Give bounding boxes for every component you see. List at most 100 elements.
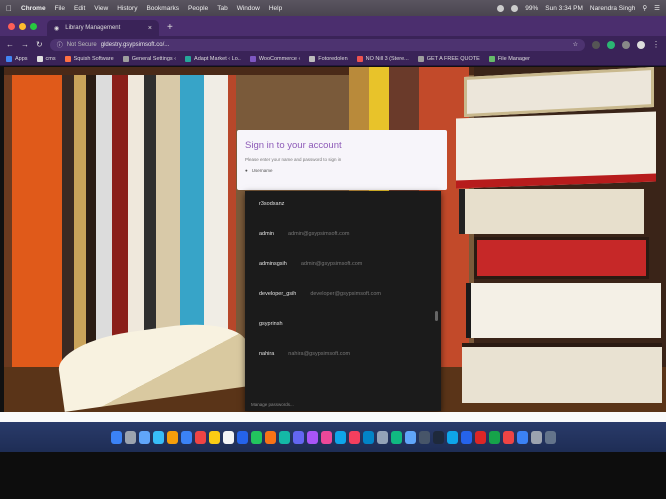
- dock-app-icon[interactable]: [124, 430, 136, 444]
- dock-app-icon[interactable]: [306, 430, 318, 444]
- apple-icon[interactable]: : [6, 4, 12, 13]
- dock-app-icon[interactable]: [152, 430, 164, 444]
- address-bar[interactable]: ⓘ Not Secure gldestry.gsypsimsoft.co/...…: [49, 38, 585, 51]
- autofill-option[interactable]: admin admin@gsypsimsoft.com: [259, 231, 434, 237]
- chrome-menu-icon[interactable]: ⋮: [652, 40, 660, 49]
- tab-title: Library Management: [65, 25, 121, 31]
- autofill-option[interactable]: developer_gsih developer@gsypsimsoft.com: [259, 291, 434, 297]
- dock-app-icon[interactable]: [460, 430, 472, 444]
- dock-app-icon[interactable]: [544, 430, 556, 444]
- monitor-bezel: [0, 452, 666, 499]
- dock-app-icon[interactable]: [502, 430, 514, 444]
- manage-passwords-link[interactable]: Manage passwords...: [251, 402, 294, 407]
- zoom-window-icon[interactable]: [30, 23, 37, 30]
- dock-app-icon[interactable]: [180, 430, 192, 444]
- bookmark-item[interactable]: File Manager: [488, 56, 530, 62]
- dock-app-icon[interactable]: [138, 430, 150, 444]
- dock-app-icon[interactable]: [292, 430, 304, 444]
- profile-avatar[interactable]: [637, 40, 645, 49]
- dock-app-icon[interactable]: [194, 430, 206, 444]
- menu-edit[interactable]: Edit: [74, 5, 85, 12]
- extension-icon[interactable]: [622, 40, 630, 49]
- battery-label[interactable]: 99%: [525, 5, 538, 12]
- autofill-username: adminsgsih: [259, 261, 287, 267]
- book-image: [464, 67, 654, 117]
- dock-app-icon[interactable]: [516, 430, 528, 444]
- tab-close-icon[interactable]: ×: [148, 25, 152, 32]
- extension-icon[interactable]: [592, 40, 600, 49]
- wifi-icon[interactable]: [511, 4, 519, 12]
- reload-icon[interactable]: ↻: [36, 40, 43, 49]
- autofill-option[interactable]: nahira nahira@gsypsimsoft.com: [259, 351, 434, 357]
- bookmark-label: cms: [45, 56, 56, 62]
- bookmark-label: Apps: [15, 56, 28, 62]
- bookmark-item[interactable]: Fotoredolen: [309, 56, 348, 62]
- dock-app-icon[interactable]: [376, 430, 388, 444]
- autofill-email: admin@gsypsimsoft.com: [300, 261, 363, 267]
- clock[interactable]: Sun 3:34 PM: [545, 5, 583, 12]
- dock-app-icon[interactable]: [488, 430, 500, 444]
- info-icon[interactable]: ⓘ: [57, 40, 63, 49]
- menu-file[interactable]: File: [55, 5, 65, 12]
- tab-library-management[interactable]: ◉ Library Management ×: [47, 20, 159, 36]
- dock-app-icon[interactable]: [166, 430, 178, 444]
- menubar-status-area: 99% Sun 3:34 PM Narendra Singh ⚲ ☰: [497, 4, 660, 12]
- dock-app-icon[interactable]: [390, 430, 402, 444]
- dock-app-icon[interactable]: [404, 430, 416, 444]
- dock-app-icon[interactable]: [362, 430, 374, 444]
- dock-app-icon[interactable]: [208, 430, 220, 444]
- bookmark-item[interactable]: cms: [36, 56, 56, 62]
- menu-people[interactable]: People: [188, 5, 208, 12]
- bookmark-label: File Manager: [497, 56, 530, 62]
- dock-app-icon[interactable]: [222, 430, 234, 444]
- back-icon[interactable]: ←: [6, 40, 14, 49]
- dock-app-icon[interactable]: [320, 430, 332, 444]
- dock-app-icon[interactable]: [110, 430, 122, 444]
- bookmark-item[interactable]: Squish Software: [64, 56, 114, 62]
- autofill-option[interactable]: gsyprinsh: [259, 321, 434, 327]
- dock-app-icon[interactable]: [264, 430, 276, 444]
- new-tab-icon[interactable]: +: [167, 22, 173, 33]
- tab-favicon-icon: ◉: [54, 25, 60, 32]
- dock-app-icon[interactable]: [348, 430, 360, 444]
- dock-app-icon[interactable]: [236, 430, 248, 444]
- autofill-username: developer_gsih: [259, 291, 297, 297]
- menu-app-name[interactable]: Chrome: [21, 5, 46, 12]
- dock-app-icon[interactable]: [474, 430, 486, 444]
- extension-icon[interactable]: [607, 40, 615, 49]
- dock-app-icon[interactable]: [418, 430, 430, 444]
- bookmark-item[interactable]: General Settings ‹: [122, 56, 176, 62]
- address-url: gldestry.gsypsimsoft.co/...: [100, 41, 170, 48]
- dock-app-icon[interactable]: [334, 430, 346, 444]
- autofill-email: developer@gsypsimsoft.com: [310, 291, 382, 297]
- menu-view[interactable]: View: [94, 5, 108, 12]
- user-name[interactable]: Narendra Singh: [590, 5, 636, 12]
- autofill-option[interactable]: r3sodxanz: [259, 201, 434, 207]
- menu-history[interactable]: History: [117, 5, 137, 12]
- bookmark-favicon-icon: [356, 56, 363, 62]
- menu-tab[interactable]: Tab: [217, 5, 227, 12]
- username-field[interactable]: ● Username: [245, 168, 439, 173]
- bookmark-item[interactable]: Apps: [6, 56, 28, 62]
- autofill-option[interactable]: adminsgsih admin@gsypsimsoft.com: [259, 261, 434, 267]
- bookmark-item[interactable]: WooCommerce ‹: [249, 56, 300, 62]
- menu-help[interactable]: Help: [269, 5, 282, 12]
- menu-window[interactable]: Window: [237, 5, 260, 12]
- dock-app-icon[interactable]: [432, 430, 444, 444]
- menu-bookmarks[interactable]: Bookmarks: [146, 5, 179, 12]
- dock-app-icon[interactable]: [278, 430, 290, 444]
- minimize-window-icon[interactable]: [19, 23, 26, 30]
- bookmark-star-icon[interactable]: ☆: [573, 41, 578, 48]
- bookmark-item[interactable]: NO Nill 3 (Stere...: [356, 56, 409, 62]
- forward-icon[interactable]: →: [21, 40, 29, 49]
- close-window-icon[interactable]: [8, 23, 15, 30]
- bookmark-item[interactable]: GET A FREE QUOTE: [417, 56, 480, 62]
- search-icon[interactable]: ⚲: [642, 4, 647, 12]
- menu-list-icon[interactable]: ☰: [654, 4, 660, 12]
- dock-app-icon[interactable]: [250, 430, 262, 444]
- dock-app-icon[interactable]: [446, 430, 458, 444]
- bookmark-item[interactable]: Adapt Market ‹ Lo..: [185, 56, 241, 62]
- dropdown-scrollbar[interactable]: [435, 311, 438, 321]
- status-icon[interactable]: [497, 4, 505, 12]
- dock-app-icon[interactable]: [530, 430, 542, 444]
